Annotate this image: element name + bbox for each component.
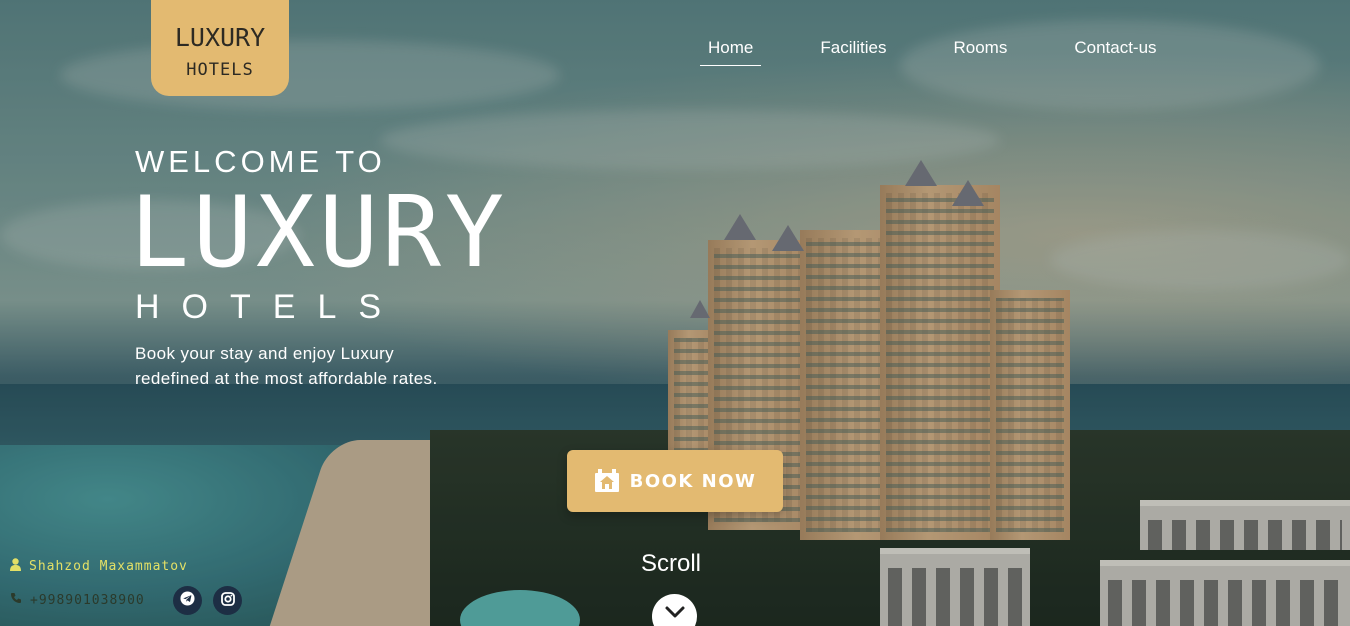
chevron-down-icon	[664, 604, 686, 623]
instagram-link[interactable]	[213, 586, 242, 615]
scroll-label: Scroll	[641, 550, 702, 577]
telegram-icon	[180, 591, 195, 610]
nav-contact[interactable]: Contact-us	[1066, 38, 1164, 66]
tagline-line2: redefined at the most affordable rates.	[135, 369, 438, 388]
hero-title: LUXURY	[130, 176, 509, 290]
logo-line2: HOTELS	[186, 59, 254, 80]
hero-subtitle: HOTELS	[135, 288, 404, 326]
author-credit: Shahzod Maxammatov	[10, 558, 188, 575]
main-nav: Home Facilities Rooms Contact-us	[700, 38, 1216, 66]
hero-tagline: Book your stay and enjoy Luxury redefine…	[135, 341, 505, 391]
instagram-icon	[220, 591, 235, 610]
author-name: Shahzod Maxammatov	[29, 559, 188, 574]
book-now-button[interactable]: BOOK NOW	[567, 450, 783, 512]
welcome-text: WELCOME TO	[135, 144, 386, 179]
tagline-line1: Book your stay and enjoy Luxury	[135, 344, 395, 363]
phone-icon	[10, 592, 30, 608]
user-icon	[10, 558, 29, 575]
phone-contact[interactable]: +998901038900	[10, 592, 145, 608]
logo-line1: LUXURY	[174, 22, 266, 52]
book-now-label: BOOK NOW	[629, 470, 757, 492]
nav-home[interactable]: Home	[700, 38, 762, 66]
nav-rooms[interactable]: Rooms	[945, 38, 1015, 66]
hotel-icon	[594, 469, 620, 493]
phone-number: +998901038900	[30, 592, 145, 608]
nav-facilities[interactable]: Facilities	[812, 38, 894, 66]
telegram-link[interactable]	[173, 586, 202, 615]
logo[interactable]: LUXURY HOTELS	[151, 0, 289, 96]
